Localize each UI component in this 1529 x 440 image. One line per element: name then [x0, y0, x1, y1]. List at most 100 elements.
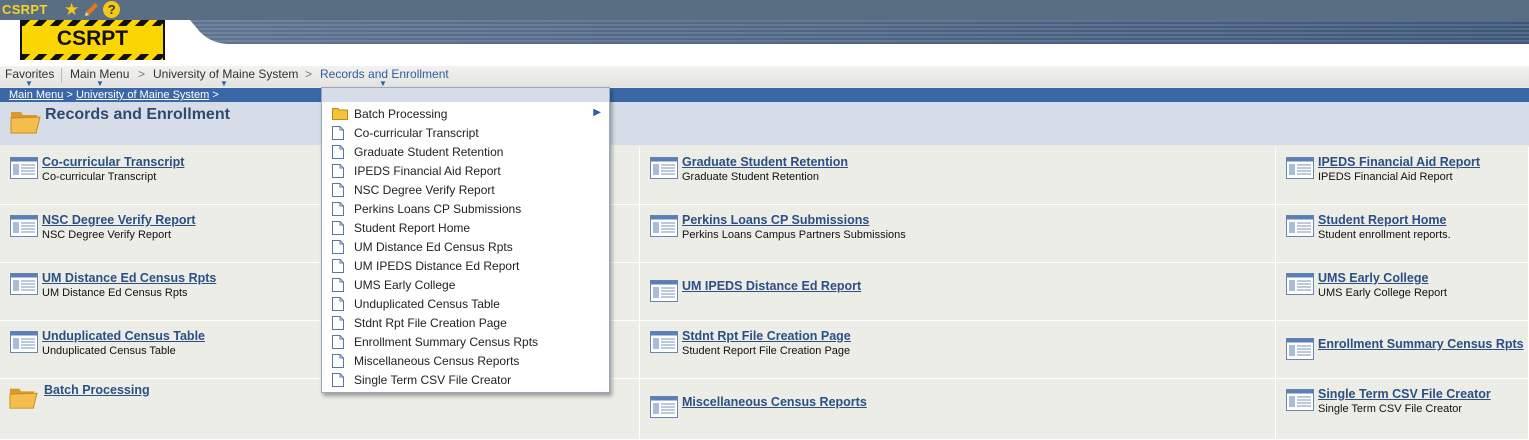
report-icon: [1286, 273, 1314, 300]
menu-grid: Co-curricular Transcript Co-curricular Tr…: [0, 147, 1529, 440]
report-icon: [10, 331, 38, 358]
menu-description: Student Report File Creation Page: [682, 345, 851, 357]
menu-link[interactable]: UM IPEDS Distance Ed Report: [682, 279, 861, 293]
menu-cell: Student Report Home Student enrollment re…: [1276, 205, 1529, 263]
nav-separator: >: [138, 67, 146, 81]
star-icon[interactable]: ★: [64, 1, 79, 19]
menu-description: Single Term CSV File Creator: [1318, 403, 1463, 415]
report-icon: [650, 280, 678, 307]
menu-link[interactable]: Stdnt Rpt File Creation Page: [682, 329, 851, 343]
document-icon: [332, 297, 344, 314]
page-title-band: Records and Enrollment: [0, 102, 1529, 145]
chevron-down-icon: ▼: [25, 79, 33, 88]
nav-divider: [61, 68, 62, 83]
menu-link[interactable]: NSC Degree Verify Report: [42, 213, 196, 227]
menu-description: Perkins Loans Campus Partners Submission…: [682, 229, 906, 241]
breadcrumb-university[interactable]: University of Maine System: [76, 89, 209, 101]
dropdown-item-label: Student Report Home: [354, 221, 471, 235]
menu-link[interactable]: Enrollment Summary Census Rpts: [1318, 337, 1524, 351]
document-icon: [332, 126, 344, 143]
dropdown-item-label: Perkins Loans CP Submissions: [354, 202, 522, 216]
document-icon: [332, 278, 344, 295]
menu-cell: UMS Early College UMS Early College Repor…: [1276, 263, 1529, 321]
document-icon: [332, 183, 344, 200]
document-icon: [332, 335, 344, 352]
dropdown-item[interactable]: Stdnt Rpt File Creation Page: [322, 313, 609, 332]
report-icon: [650, 215, 678, 242]
dropdown-item-label: Graduate Student Retention: [354, 145, 504, 159]
document-icon: [332, 259, 344, 276]
menu-cell: Perkins Loans CP Submissions Perkins Loan…: [640, 205, 1276, 263]
pencil-icon[interactable]: [82, 1, 100, 19]
records-enrollment-dropdown: Batch Processing ▶ Co-curricular Transcrip…: [321, 87, 610, 393]
dropdown-item-label: Single Term CSV File Creator: [354, 373, 512, 387]
dropdown-item[interactable]: Graduate Student Retention: [322, 142, 609, 161]
dropdown-item-label: UMS Early College: [354, 278, 456, 292]
breadcrumb: Main Menu > University of Maine System >: [0, 88, 1529, 102]
chevron-down-icon: ▼: [220, 79, 228, 88]
dropdown-item[interactable]: Miscellaneous Census Reports: [322, 351, 609, 370]
dropdown-item[interactable]: Perkins Loans CP Submissions: [322, 199, 609, 218]
menu-description: NSC Degree Verify Report: [42, 229, 171, 241]
dropdown-item-label: Miscellaneous Census Reports: [354, 354, 520, 368]
dropdown-item[interactable]: NSC Degree Verify Report: [322, 180, 609, 199]
menu-cell: Enrollment Summary Census Rpts: [1276, 321, 1529, 379]
dropdown-item-label: Batch Processing: [354, 107, 448, 121]
report-icon: [650, 396, 678, 423]
menu-link[interactable]: Graduate Student Retention: [682, 155, 848, 169]
report-icon: [10, 215, 38, 242]
dropdown-item[interactable]: IPEDS Financial Aid Report: [322, 161, 609, 180]
document-icon: [332, 240, 344, 257]
header-stripe: [190, 20, 1529, 44]
nav-separator: >: [305, 67, 313, 81]
menu-link[interactable]: Student Report Home: [1318, 213, 1446, 227]
menu-link[interactable]: Miscellaneous Census Reports: [682, 395, 867, 409]
dropdown-item[interactable]: Single Term CSV File Creator: [322, 370, 609, 389]
nav-bar: Favorites ▼ Main Menu ▼ > University of …: [0, 66, 1529, 88]
report-icon: [10, 157, 38, 184]
report-icon: [650, 157, 678, 184]
dropdown-item-label: NSC Degree Verify Report: [354, 183, 495, 197]
menu-link[interactable]: Unduplicated Census Table: [42, 329, 205, 343]
document-icon: [332, 354, 344, 371]
help-icon[interactable]: ?: [103, 1, 121, 18]
dropdown-item-label: Unduplicated Census Table: [354, 297, 500, 311]
report-icon: [1286, 215, 1314, 242]
document-icon: [332, 221, 344, 238]
document-icon: [332, 202, 344, 219]
dropdown-item[interactable]: UMS Early College: [322, 275, 609, 294]
page-title: Records and Enrollment: [45, 106, 230, 123]
menu-link[interactable]: Perkins Loans CP Submissions: [682, 213, 869, 227]
menu-link[interactable]: Co-curricular Transcript: [42, 155, 184, 169]
document-icon: [332, 145, 344, 162]
menu-link[interactable]: IPEDS Financial Aid Report: [1318, 155, 1480, 169]
menu-description: UMS Early College Report: [1318, 287, 1447, 299]
menu-cell: Graduate Student Retention Graduate Stude…: [640, 147, 1276, 205]
dropdown-item[interactable]: Co-curricular Transcript: [322, 123, 609, 142]
report-icon: [10, 273, 38, 300]
folder-icon: [8, 383, 38, 416]
menu-description: Unduplicated Census Table: [42, 345, 176, 357]
menu-link[interactable]: UM Distance Ed Census Rpts: [42, 271, 216, 285]
document-icon: [332, 316, 344, 333]
dropdown-item[interactable]: Enrollment Summary Census Rpts: [322, 332, 609, 351]
dropdown-item[interactable]: Unduplicated Census Table: [322, 294, 609, 313]
report-icon: [650, 331, 678, 358]
breadcrumb-separator: >: [66, 89, 73, 101]
dropdown-item[interactable]: Batch Processing ▶: [322, 104, 609, 123]
chevron-down-icon: ▼: [96, 79, 104, 88]
menu-link[interactable]: Batch Processing: [44, 383, 150, 397]
menu-description: UM Distance Ed Census Rpts: [42, 287, 188, 299]
dropdown-item[interactable]: UM IPEDS Distance Ed Report: [322, 256, 609, 275]
menu-cell: Stdnt Rpt File Creation Page Student Repo…: [640, 321, 1276, 379]
menu-link[interactable]: Single Term CSV File Creator: [1318, 387, 1491, 401]
folder-icon: [332, 107, 348, 123]
menu-cell: Single Term CSV File Creator Single Term …: [1276, 379, 1529, 440]
breadcrumb-main-menu[interactable]: Main Menu: [9, 89, 63, 101]
report-icon: [1286, 389, 1314, 416]
document-icon: [332, 164, 344, 181]
document-icon: [332, 373, 344, 390]
menu-link[interactable]: UMS Early College: [1318, 271, 1428, 285]
dropdown-item[interactable]: Student Report Home: [322, 218, 609, 237]
dropdown-item[interactable]: UM Distance Ed Census Rpts: [322, 237, 609, 256]
